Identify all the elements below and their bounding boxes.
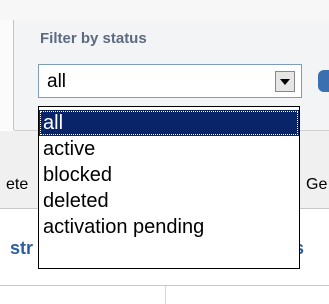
toolbar-right-label[interactable]: Ge: [306, 176, 327, 194]
status-option-deleted[interactable]: deleted: [39, 188, 299, 214]
blue-action-icon[interactable]: [318, 70, 329, 92]
top-strip: [0, 0, 329, 21]
filter-status-label: Filter by status: [40, 30, 147, 47]
left-panel: [0, 20, 14, 130]
status-option-all[interactable]: all: [39, 110, 299, 136]
status-options: all active blocked deleted activation pe…: [39, 107, 299, 240]
status-option-activation-pending[interactable]: activation pending: [39, 214, 299, 240]
chevron-down-icon[interactable]: [275, 71, 295, 92]
status-option-blocked[interactable]: blocked: [39, 162, 299, 188]
status-option-active[interactable]: active: [39, 136, 299, 162]
status-select-value: all: [47, 71, 67, 92]
column-header-left[interactable]: str: [10, 238, 33, 259]
status-dropdown-list[interactable]: all active blocked deleted activation pe…: [38, 106, 300, 269]
toolbar-left-label[interactable]: ete: [6, 176, 28, 194]
status-select[interactable]: all: [38, 64, 302, 98]
divider: [0, 285, 329, 286]
